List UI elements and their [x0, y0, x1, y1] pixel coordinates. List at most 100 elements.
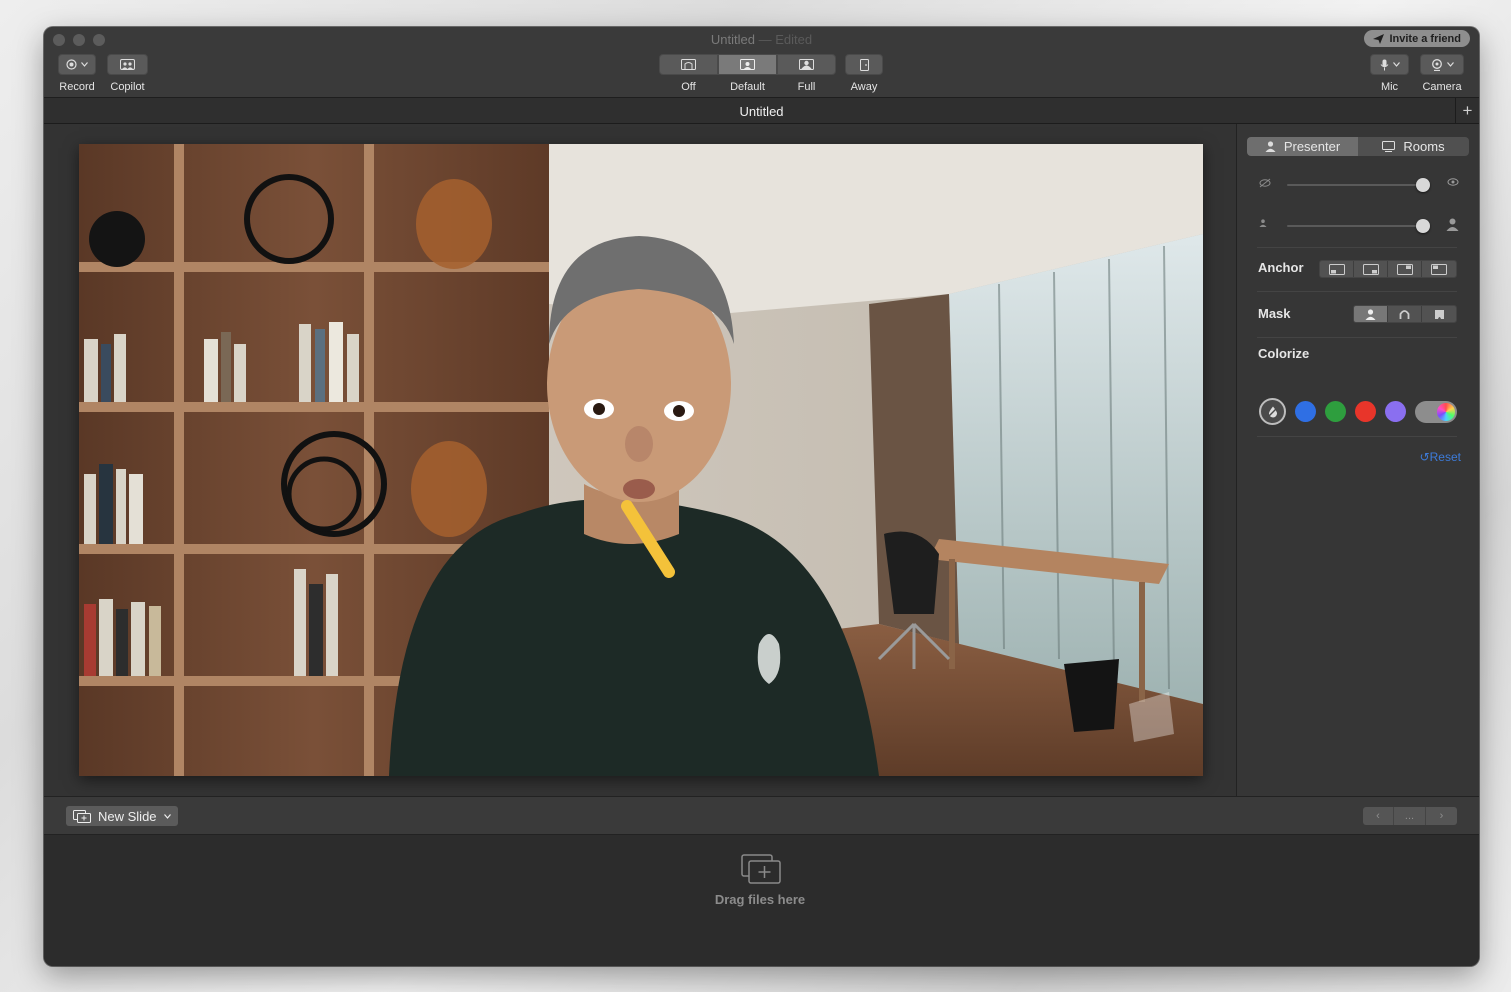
anchor-segmented [1319, 260, 1457, 278]
mode-default-button[interactable] [718, 54, 777, 75]
invite-friend-button[interactable]: Invite a friend [1364, 30, 1470, 47]
colorize-swatches [1259, 398, 1457, 425]
chevron-down-icon [1446, 62, 1454, 67]
away-group: Away [845, 54, 883, 93]
camera-label: Camera [1422, 81, 1462, 93]
colorize-label: Colorize [1258, 346, 1310, 361]
microphone-icon [1380, 59, 1388, 70]
chevron-right-icon: › [1439, 810, 1444, 822]
slides-drop-area[interactable]: Drag files here [44, 835, 1479, 966]
chevron-down-icon [81, 62, 88, 67]
webcam-icon [1431, 58, 1442, 71]
presenter-mode-labels: Off Default Full [659, 75, 836, 93]
mode-full-button[interactable] [777, 54, 836, 75]
previous-slide-button[interactable]: ‹ [1363, 807, 1394, 825]
anchor-top-right-icon [1396, 263, 1413, 275]
presenter-mode-segmented [659, 54, 836, 75]
paper-plane-icon [1373, 33, 1385, 44]
opacity-slider-track[interactable] [1287, 178, 1430, 192]
reset-icon: ↺ [1419, 450, 1430, 464]
size-slider-row [1259, 218, 1459, 234]
drag-files-hint: Drag files here [714, 892, 806, 907]
anchor-bottom-right-button[interactable] [1354, 261, 1388, 277]
anchor-label: Anchor [1258, 260, 1304, 275]
camera-group: Camera [1420, 54, 1464, 93]
mask-rectangle-button[interactable] [1422, 306, 1456, 322]
anchor-bottom-left-button[interactable] [1320, 261, 1354, 277]
presenter-settings-panel: Presenter Rooms Anchor Mask Colorize ↺Re… [1236, 124, 1479, 796]
mask-segmented [1353, 305, 1457, 323]
mode-default-icon [740, 59, 755, 70]
mode-default-label: Default [730, 81, 765, 93]
anchor-bottom-right-icon [1362, 263, 1379, 275]
colorize-blue-swatch[interactable] [1295, 401, 1316, 422]
person-small-icon [1259, 219, 1267, 227]
panel-tabs: Presenter Rooms [1247, 137, 1469, 156]
reset-button[interactable]: ↺Reset [1420, 450, 1461, 464]
document-tab-title[interactable]: Untitled [44, 104, 1479, 119]
colorize-none-swatch[interactable] [1259, 398, 1286, 425]
person-icon [1265, 141, 1276, 152]
custom-color-toggle[interactable] [1415, 400, 1457, 423]
size-slider-track[interactable] [1287, 219, 1430, 233]
record-icon [66, 59, 77, 70]
mask-arch-button[interactable] [1388, 306, 1422, 322]
slide-overview-button[interactable]: ... [1394, 807, 1426, 825]
arch-mask-icon [1399, 309, 1410, 319]
colorize-green-swatch[interactable] [1325, 401, 1346, 422]
anchor-top-left-icon [1431, 263, 1447, 275]
person-mask-icon [1365, 308, 1376, 320]
invite-friend-label: Invite a friend [1389, 32, 1461, 45]
drop-icon [1267, 405, 1278, 418]
panel-divider [1257, 291, 1457, 292]
panel-divider [1257, 436, 1457, 437]
chevron-down-icon [1392, 62, 1400, 67]
tab-presenter[interactable]: Presenter [1247, 137, 1358, 156]
tab-rooms[interactable]: Rooms [1358, 137, 1469, 156]
mask-label: Mask [1258, 306, 1291, 321]
chevron-down-icon [163, 813, 171, 819]
copilot-button[interactable] [107, 54, 148, 75]
next-slide-button[interactable]: › [1426, 807, 1457, 825]
mode-off-button[interactable] [659, 54, 718, 75]
record-label: Record [59, 81, 95, 93]
anchor-top-left-button[interactable] [1422, 261, 1456, 277]
camera-button[interactable] [1420, 54, 1464, 75]
window-title: Untitled — Edited [44, 32, 1479, 47]
chevron-left-icon: ‹ [1376, 810, 1380, 822]
new-slide-button[interactable]: New Slide [66, 806, 178, 826]
away-icon [859, 58, 869, 71]
pager-ellipsis: ... [1404, 810, 1415, 822]
tab-presenter-label: Presenter [1283, 139, 1341, 154]
eye-off-icon [1259, 178, 1271, 188]
away-button[interactable] [845, 54, 883, 75]
mode-full-label: Full [797, 81, 816, 93]
mask-silhouette-button[interactable] [1354, 306, 1388, 322]
record-button[interactable] [58, 54, 96, 75]
presenter-mode-group: Off Default Full [659, 54, 836, 93]
edited-indicator: — Edited [758, 32, 813, 47]
mic-label: Mic [1380, 81, 1399, 93]
add-tab-button[interactable]: + [1455, 98, 1479, 124]
copilot-icon [120, 59, 135, 70]
opacity-slider-row [1259, 177, 1459, 193]
presenter-preview-stage[interactable] [79, 144, 1203, 776]
mic-button[interactable] [1370, 54, 1409, 75]
tab-rooms-label: Rooms [1403, 139, 1445, 154]
eye-icon [1447, 178, 1459, 186]
mode-off-label: Off [681, 81, 696, 93]
title-toolbar: Untitled — Edited Invite a friend Record… [44, 27, 1479, 98]
colorize-purple-swatch[interactable] [1385, 401, 1406, 422]
opacity-slider-thumb[interactable] [1416, 178, 1430, 192]
mode-off-icon [681, 59, 696, 70]
slide-pager: ‹ ... › [1363, 807, 1457, 825]
away-label: Away [850, 81, 878, 93]
size-slider-thumb[interactable] [1416, 219, 1430, 233]
document-tab-bar: Untitled + [44, 98, 1479, 124]
colorize-red-swatch[interactable] [1355, 401, 1376, 422]
anchor-top-right-button[interactable] [1388, 261, 1422, 277]
plus-icon: + [1462, 101, 1473, 120]
slide-canvas-area [44, 124, 1236, 796]
reset-label: Reset [1429, 450, 1461, 464]
copilot-group: Copilot [107, 54, 148, 93]
